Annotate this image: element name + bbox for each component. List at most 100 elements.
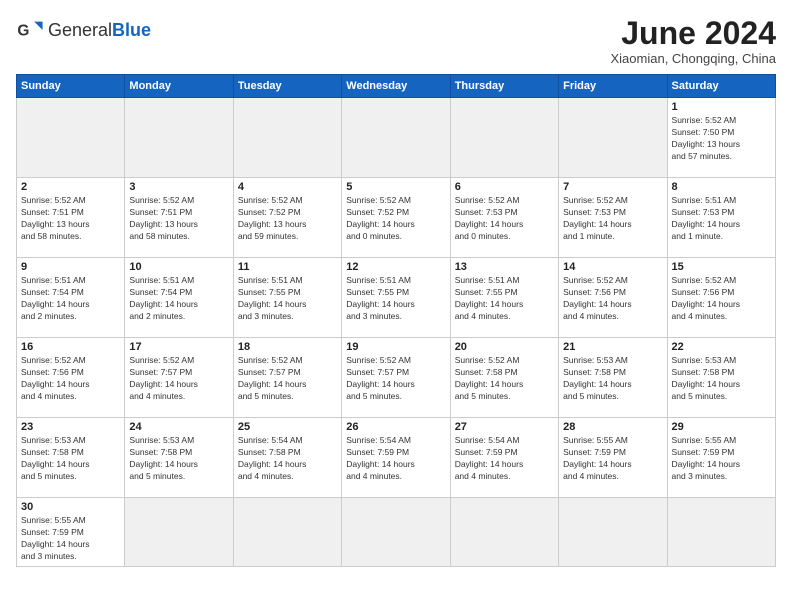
day-18: 18 Sunrise: 5:52 AMSunset: 7:57 PMDaylig… bbox=[233, 338, 341, 418]
calendar-row-1: 1 Sunrise: 5:52 AMSunset: 7:50 PMDayligh… bbox=[17, 98, 776, 178]
logo-general: General bbox=[48, 20, 112, 40]
day-info-11: Sunrise: 5:51 AMSunset: 7:55 PMDaylight:… bbox=[238, 275, 337, 323]
empty-cell bbox=[233, 498, 341, 567]
day-1: 1 Sunrise: 5:52 AMSunset: 7:50 PMDayligh… bbox=[667, 98, 775, 178]
day-info-3: Sunrise: 5:52 AMSunset: 7:51 PMDaylight:… bbox=[129, 195, 228, 243]
logo: G GeneralBlue bbox=[16, 16, 151, 44]
day-info-1: Sunrise: 5:52 AMSunset: 7:50 PMDaylight:… bbox=[672, 115, 771, 163]
day-16: 16 Sunrise: 5:52 AMSunset: 7:56 PMDaylig… bbox=[17, 338, 125, 418]
empty-cell bbox=[125, 98, 233, 178]
empty-cell bbox=[342, 498, 450, 567]
th-sunday: Sunday bbox=[17, 75, 125, 98]
calendar-row-4: 16 Sunrise: 5:52 AMSunset: 7:56 PMDaylig… bbox=[17, 338, 776, 418]
empty-cell bbox=[125, 498, 233, 567]
day-22: 22 Sunrise: 5:53 AMSunset: 7:58 PMDaylig… bbox=[667, 338, 775, 418]
calendar-row-3: 9 Sunrise: 5:51 AMSunset: 7:54 PMDayligh… bbox=[17, 258, 776, 338]
day-number-3: 3 bbox=[129, 181, 228, 193]
day-number-13: 13 bbox=[455, 261, 554, 273]
day-2: 2 Sunrise: 5:52 AMSunset: 7:51 PMDayligh… bbox=[17, 178, 125, 258]
day-info-16: Sunrise: 5:52 AMSunset: 7:56 PMDaylight:… bbox=[21, 355, 120, 403]
day-info-14: Sunrise: 5:52 AMSunset: 7:56 PMDaylight:… bbox=[563, 275, 662, 323]
th-friday: Friday bbox=[559, 75, 667, 98]
day-13: 13 Sunrise: 5:51 AMSunset: 7:55 PMDaylig… bbox=[450, 258, 558, 338]
empty-cell bbox=[342, 98, 450, 178]
day-23: 23 Sunrise: 5:53 AMSunset: 7:58 PMDaylig… bbox=[17, 418, 125, 498]
day-7: 7 Sunrise: 5:52 AMSunset: 7:53 PMDayligh… bbox=[559, 178, 667, 258]
day-info-8: Sunrise: 5:51 AMSunset: 7:53 PMDaylight:… bbox=[672, 195, 771, 243]
day-10: 10 Sunrise: 5:51 AMSunset: 7:54 PMDaylig… bbox=[125, 258, 233, 338]
day-number-30: 30 bbox=[21, 501, 120, 513]
empty-cell bbox=[559, 498, 667, 567]
day-number-7: 7 bbox=[563, 181, 662, 193]
day-info-6: Sunrise: 5:52 AMSunset: 7:53 PMDaylight:… bbox=[455, 195, 554, 243]
calendar-table: Sunday Monday Tuesday Wednesday Thursday… bbox=[16, 74, 776, 567]
day-24: 24 Sunrise: 5:53 AMSunset: 7:58 PMDaylig… bbox=[125, 418, 233, 498]
day-info-18: Sunrise: 5:52 AMSunset: 7:57 PMDaylight:… bbox=[238, 355, 337, 403]
day-4: 4 Sunrise: 5:52 AMSunset: 7:52 PMDayligh… bbox=[233, 178, 341, 258]
th-wednesday: Wednesday bbox=[342, 75, 450, 98]
empty-cell bbox=[233, 98, 341, 178]
calendar-row-6: 30 Sunrise: 5:55 AMSunset: 7:59 PMDaylig… bbox=[17, 498, 776, 567]
th-thursday: Thursday bbox=[450, 75, 558, 98]
location-subtitle: Xiaomian, Chongqing, China bbox=[611, 51, 777, 66]
day-number-10: 10 bbox=[129, 261, 228, 273]
day-19: 19 Sunrise: 5:52 AMSunset: 7:57 PMDaylig… bbox=[342, 338, 450, 418]
logo-text: GeneralBlue bbox=[48, 20, 151, 41]
day-info-7: Sunrise: 5:52 AMSunset: 7:53 PMDaylight:… bbox=[563, 195, 662, 243]
day-number-15: 15 bbox=[672, 261, 771, 273]
day-number-27: 27 bbox=[455, 421, 554, 433]
day-info-13: Sunrise: 5:51 AMSunset: 7:55 PMDaylight:… bbox=[455, 275, 554, 323]
day-number-1: 1 bbox=[672, 101, 771, 113]
day-number-9: 9 bbox=[21, 261, 120, 273]
day-info-12: Sunrise: 5:51 AMSunset: 7:55 PMDaylight:… bbox=[346, 275, 445, 323]
day-info-9: Sunrise: 5:51 AMSunset: 7:54 PMDaylight:… bbox=[21, 275, 120, 323]
day-info-30: Sunrise: 5:55 AMSunset: 7:59 PMDaylight:… bbox=[21, 515, 120, 563]
day-number-19: 19 bbox=[346, 341, 445, 353]
day-info-15: Sunrise: 5:52 AMSunset: 7:56 PMDaylight:… bbox=[672, 275, 771, 323]
calendar-row-2: 2 Sunrise: 5:52 AMSunset: 7:51 PMDayligh… bbox=[17, 178, 776, 258]
day-11: 11 Sunrise: 5:51 AMSunset: 7:55 PMDaylig… bbox=[233, 258, 341, 338]
day-14: 14 Sunrise: 5:52 AMSunset: 7:56 PMDaylig… bbox=[559, 258, 667, 338]
day-number-12: 12 bbox=[346, 261, 445, 273]
empty-cell bbox=[17, 98, 125, 178]
th-monday: Monday bbox=[125, 75, 233, 98]
title-block: June 2024 Xiaomian, Chongqing, China bbox=[611, 16, 777, 66]
day-number-29: 29 bbox=[672, 421, 771, 433]
day-number-4: 4 bbox=[238, 181, 337, 193]
day-info-27: Sunrise: 5:54 AMSunset: 7:59 PMDaylight:… bbox=[455, 435, 554, 483]
day-30: 30 Sunrise: 5:55 AMSunset: 7:59 PMDaylig… bbox=[17, 498, 125, 567]
logo-icon: G bbox=[16, 16, 44, 44]
day-29: 29 Sunrise: 5:55 AMSunset: 7:59 PMDaylig… bbox=[667, 418, 775, 498]
day-info-23: Sunrise: 5:53 AMSunset: 7:58 PMDaylight:… bbox=[21, 435, 120, 483]
day-number-23: 23 bbox=[21, 421, 120, 433]
day-info-29: Sunrise: 5:55 AMSunset: 7:59 PMDaylight:… bbox=[672, 435, 771, 483]
day-26: 26 Sunrise: 5:54 AMSunset: 7:59 PMDaylig… bbox=[342, 418, 450, 498]
th-saturday: Saturday bbox=[667, 75, 775, 98]
day-number-14: 14 bbox=[563, 261, 662, 273]
day-number-2: 2 bbox=[21, 181, 120, 193]
day-3: 3 Sunrise: 5:52 AMSunset: 7:51 PMDayligh… bbox=[125, 178, 233, 258]
day-info-20: Sunrise: 5:52 AMSunset: 7:58 PMDaylight:… bbox=[455, 355, 554, 403]
day-info-28: Sunrise: 5:55 AMSunset: 7:59 PMDaylight:… bbox=[563, 435, 662, 483]
empty-cell bbox=[450, 98, 558, 178]
calendar-page: G GeneralBlue June 2024 Xiaomian, Chongq… bbox=[0, 0, 792, 612]
day-5: 5 Sunrise: 5:52 AMSunset: 7:52 PMDayligh… bbox=[342, 178, 450, 258]
logo-blue: Blue bbox=[112, 20, 151, 40]
day-number-18: 18 bbox=[238, 341, 337, 353]
day-info-4: Sunrise: 5:52 AMSunset: 7:52 PMDaylight:… bbox=[238, 195, 337, 243]
weekday-header-row: Sunday Monday Tuesday Wednesday Thursday… bbox=[17, 75, 776, 98]
svg-text:G: G bbox=[17, 23, 29, 40]
day-12: 12 Sunrise: 5:51 AMSunset: 7:55 PMDaylig… bbox=[342, 258, 450, 338]
day-number-8: 8 bbox=[672, 181, 771, 193]
month-title: June 2024 bbox=[611, 16, 777, 51]
day-21: 21 Sunrise: 5:53 AMSunset: 7:58 PMDaylig… bbox=[559, 338, 667, 418]
day-info-19: Sunrise: 5:52 AMSunset: 7:57 PMDaylight:… bbox=[346, 355, 445, 403]
day-28: 28 Sunrise: 5:55 AMSunset: 7:59 PMDaylig… bbox=[559, 418, 667, 498]
day-number-20: 20 bbox=[455, 341, 554, 353]
day-info-10: Sunrise: 5:51 AMSunset: 7:54 PMDaylight:… bbox=[129, 275, 228, 323]
day-number-25: 25 bbox=[238, 421, 337, 433]
day-number-28: 28 bbox=[563, 421, 662, 433]
calendar-row-5: 23 Sunrise: 5:53 AMSunset: 7:58 PMDaylig… bbox=[17, 418, 776, 498]
day-info-17: Sunrise: 5:52 AMSunset: 7:57 PMDaylight:… bbox=[129, 355, 228, 403]
header: G GeneralBlue June 2024 Xiaomian, Chongq… bbox=[16, 16, 776, 66]
